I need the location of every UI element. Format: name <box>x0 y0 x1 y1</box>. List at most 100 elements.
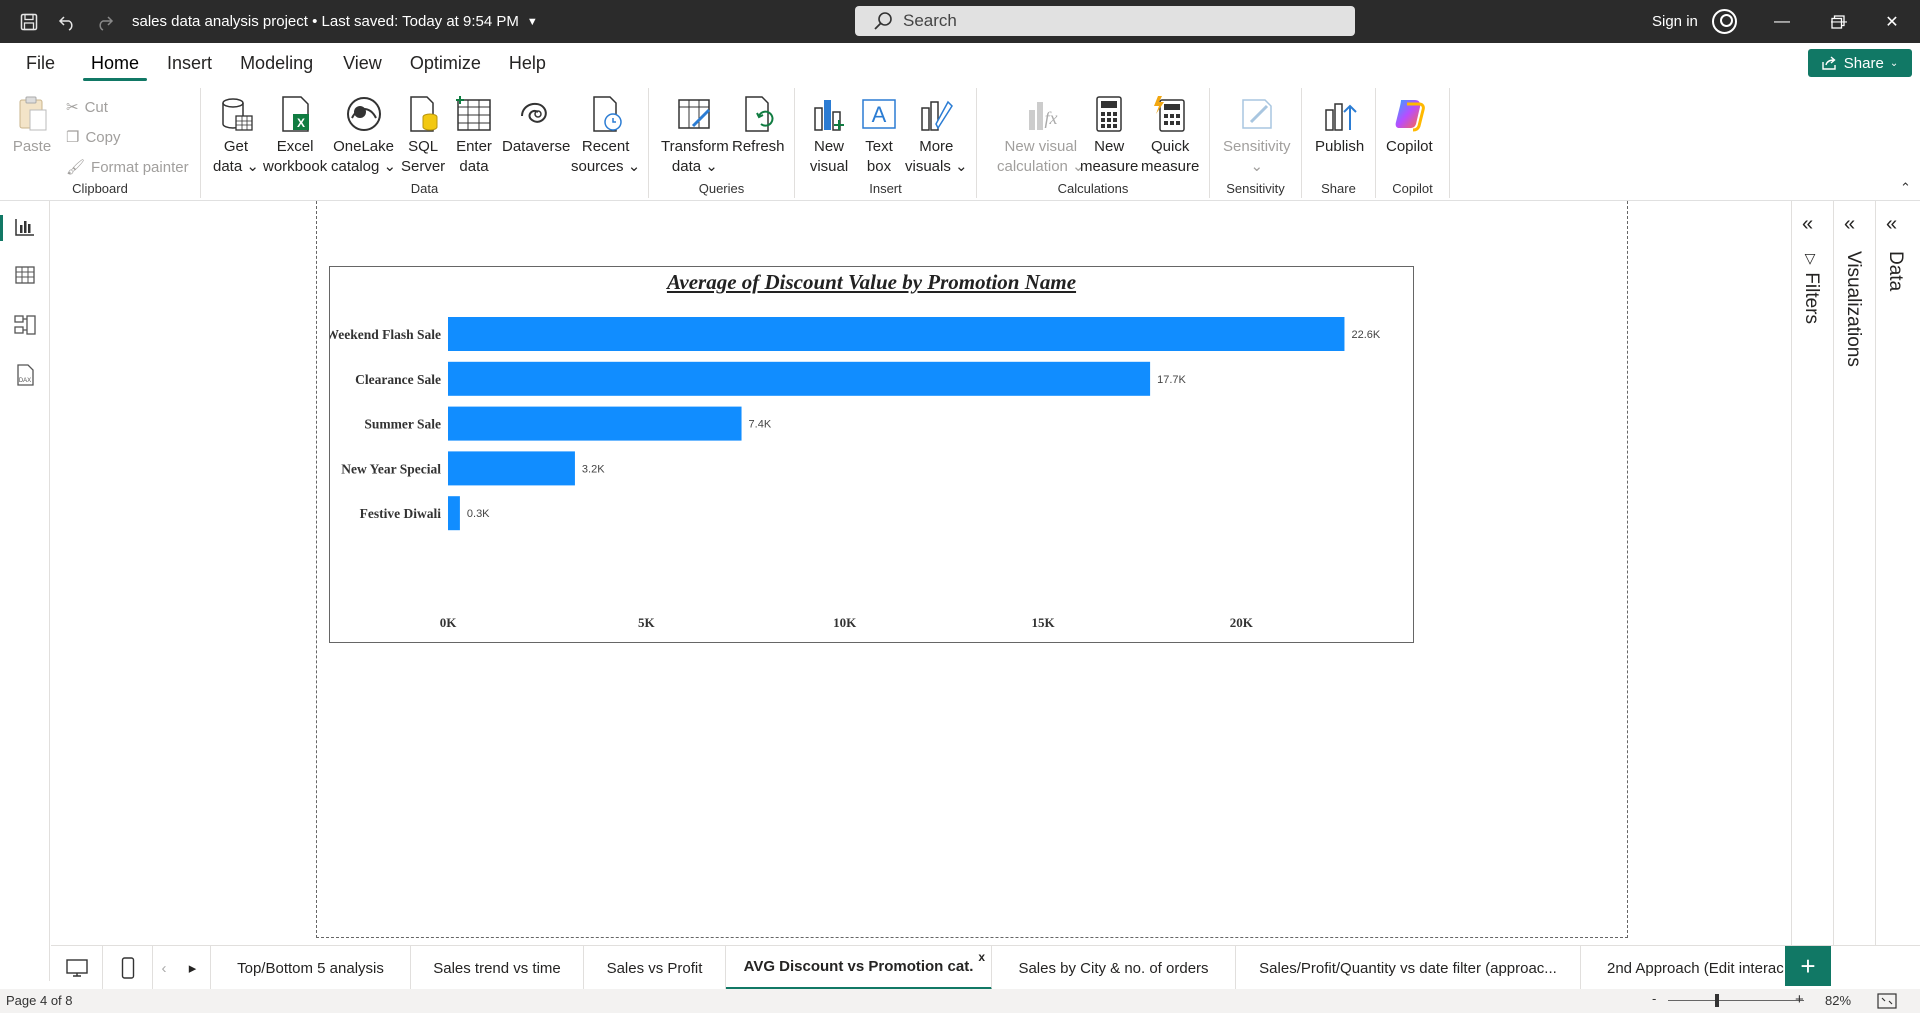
publish-button[interactable]: Publish <box>1315 94 1364 157</box>
transform-icon <box>678 99 710 129</box>
sql-label-2: Server <box>401 158 446 175</box>
add-page-button[interactable]: + <box>1785 946 1831 986</box>
tab-file[interactable]: File <box>14 43 67 83</box>
transform-data-button[interactable]: Transform data ⌄ <box>661 94 729 177</box>
quick-measure-button[interactable]: Quick measure <box>1141 94 1199 177</box>
format-painter-button[interactable]: 🖌 Format painter <box>66 158 189 177</box>
bar[interactable] <box>448 496 460 531</box>
tab-insert[interactable]: Insert <box>163 43 224 83</box>
copilot-label: Copilot <box>1386 138 1433 155</box>
tab-help[interactable]: Help <box>495 43 560 83</box>
get-data-button[interactable]: Get data ⌄ <box>213 94 259 177</box>
page-tab[interactable]: Sales trend vs time <box>411 946 584 990</box>
calculations-group-label: Calculations <box>1057 181 1129 196</box>
bar-chart-icon <box>814 100 844 131</box>
svg-text:fx: fx <box>1044 108 1057 128</box>
page-tab[interactable]: Sales/Profit/Quantity vs date filter (ap… <box>1236 946 1581 990</box>
data-pane-label: Data <box>1885 251 1906 292</box>
more-visuals-button[interactable]: More visuals ⌄ <box>905 94 968 177</box>
refresh-button[interactable]: Refresh <box>732 94 785 157</box>
new-measure-label-2: measure <box>1080 158 1139 175</box>
undo-icon[interactable] <box>52 7 82 37</box>
close-tab-icon[interactable]: x <box>978 950 985 964</box>
scroll-tabs-right-icon[interactable]: ▸ <box>175 946 211 990</box>
avatar-icon[interactable] <box>1712 9 1737 34</box>
enter-data-button[interactable]: Enter data <box>454 94 494 177</box>
excel-workbook-button[interactable]: X Excel workbook <box>263 94 327 177</box>
page-tab[interactable]: Sales vs Profit <box>584 946 726 990</box>
brush-icon: 🖌 <box>66 159 86 176</box>
redo-icon[interactable] <box>90 7 120 37</box>
bar[interactable] <box>448 406 742 441</box>
desktop-layout-icon[interactable] <box>51 946 103 990</box>
onelake-catalog-button[interactable]: OneLake catalog ⌄ <box>331 94 396 177</box>
cut-button[interactable]: ✂ Cut <box>66 98 108 117</box>
new-measure-button[interactable]: New measure <box>1080 94 1138 177</box>
dax-query-view-icon[interactable]: DAX <box>13 363 37 387</box>
recent-sources-button[interactable]: Recent sources ⌄ <box>571 94 640 177</box>
mobile-layout-icon[interactable] <box>103 946 153 990</box>
page-tab[interactable]: Sales by City & no. of orders <box>992 946 1236 990</box>
page-tab[interactable]: 2nd Approach (Edit interac <box>1581 946 1785 990</box>
title-separator: • <box>312 13 322 30</box>
share-button[interactable]: Share ⌄ <box>1808 49 1912 77</box>
x-tick-label: 15K <box>1031 615 1055 630</box>
sql-server-button[interactable]: SQL Server <box>401 94 445 177</box>
zoom-slider-thumb[interactable] <box>1715 994 1719 1007</box>
bar[interactable] <box>448 361 1151 396</box>
tab-modeling[interactable]: Modeling <box>224 43 329 83</box>
fit-to-page-icon[interactable] <box>1877 993 1897 1009</box>
paste-button[interactable]: Paste <box>12 94 52 157</box>
sensitivity-button[interactable]: Sensitivity ⌄ <box>1223 94 1291 177</box>
filters-pane[interactable]: « ▽ Filters <box>1791 201 1833 981</box>
zoom-in-button[interactable]: + <box>1795 991 1804 1008</box>
zoom-slider[interactable] <box>1668 1000 1804 1001</box>
new-visual-calculation-button[interactable]: fx New visual calculation ⌄ <box>997 94 1085 177</box>
page-tab-active[interactable]: AVG Discount vs Promotion cat. x <box>726 946 992 990</box>
get-data-label-2: data ⌄ <box>213 158 259 175</box>
bar-chart-visual[interactable]: Average of Discount Value by Promotion N… <box>329 266 1414 643</box>
collapse-ribbon-icon[interactable]: ⌃ <box>1900 180 1911 196</box>
minimize-window-icon[interactable]: — <box>1759 0 1805 43</box>
scroll-tabs-left-icon[interactable]: ‹ <box>153 946 175 990</box>
copilot-button[interactable]: Copilot <box>1386 94 1433 157</box>
visualizations-pane[interactable]: « Visualizations <box>1833 201 1875 981</box>
tab-view[interactable]: View <box>329 43 396 83</box>
page-tab[interactable]: Top/Bottom 5 analysis <box>211 946 411 990</box>
copy-label: Copy <box>85 128 121 146</box>
zoom-level[interactable]: 82% <box>1825 993 1851 1008</box>
tab-optimize[interactable]: Optimize <box>396 43 495 83</box>
expand-data-icon[interactable]: « <box>1886 213 1897 236</box>
share-group-label: Share <box>1321 181 1356 196</box>
data-group: Get data ⌄ X Excel workbook OneLake cata… <box>201 88 649 198</box>
chevron-down-icon[interactable]: ▼ <box>527 16 538 28</box>
expand-visualizations-icon[interactable]: « <box>1844 213 1855 236</box>
quick-measure-label-2: measure <box>1141 158 1200 175</box>
new-visual-label-2: visual <box>809 158 849 175</box>
model-view-icon[interactable] <box>13 313 37 337</box>
new-visual-button[interactable]: New visual <box>809 94 849 177</box>
dataverse-button[interactable]: Dataverse <box>502 94 570 157</box>
bar[interactable] <box>448 317 1345 351</box>
report-view-icon[interactable] <box>13 215 37 239</box>
excel-label-2: workbook <box>263 158 328 175</box>
document-title[interactable]: sales data analysis project • Last saved… <box>132 13 519 30</box>
table-view-icon[interactable] <box>13 263 37 287</box>
save-icon[interactable] <box>14 7 44 37</box>
close-window-icon[interactable]: ✕ <box>1869 0 1915 43</box>
tab-home[interactable]: Home <box>67 43 163 83</box>
restore-window-icon[interactable] <box>1815 0 1861 43</box>
copy-button[interactable]: ❐ Copy <box>66 128 121 147</box>
expand-filters-icon[interactable]: « <box>1802 213 1813 236</box>
data-label: 22.6K <box>1351 329 1380 341</box>
search-input[interactable]: Search <box>855 6 1355 36</box>
data-pane[interactable]: « Data <box>1875 201 1920 981</box>
view-rail: DAX <box>0 201 50 981</box>
bar[interactable] <box>448 451 575 486</box>
sign-in-button[interactable]: Sign in <box>1652 0 1698 43</box>
sensitivity-group: Sensitivity ⌄ Sensitivity <box>1210 88 1302 198</box>
text-box-button[interactable]: A Text box <box>859 94 899 177</box>
ribbon: Paste ✂ Cut ❐ Copy 🖌 Format painter Clipboa… <box>0 83 1920 201</box>
recent-sources-icon <box>592 96 622 132</box>
zoom-out-button[interactable]: - <box>1652 991 1656 1006</box>
